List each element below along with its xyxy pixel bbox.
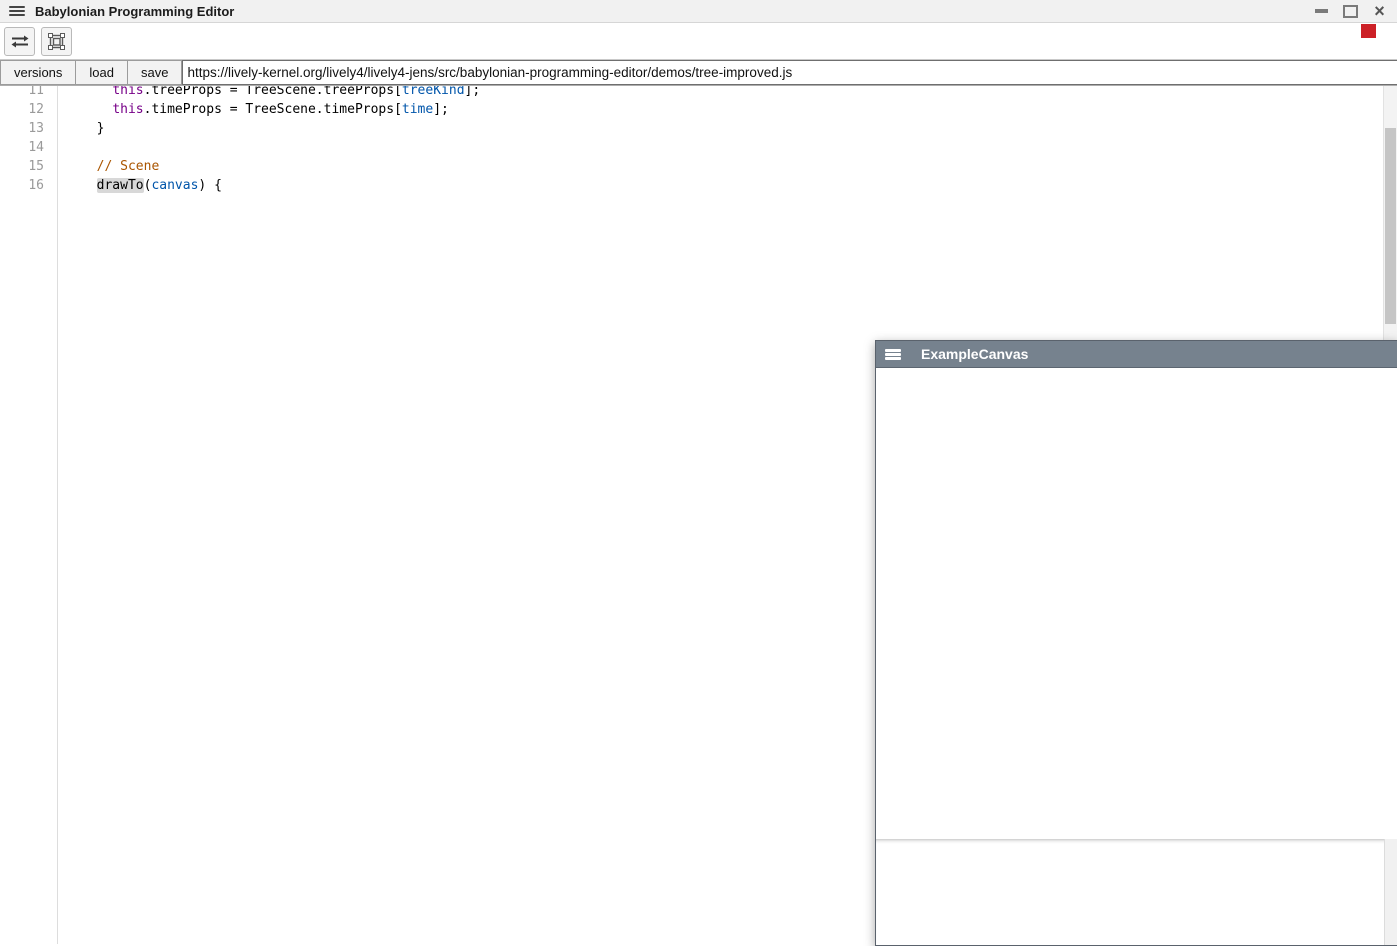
swap-connections-button[interactable]	[4, 27, 35, 56]
line-number: 12	[0, 100, 57, 119]
code-line[interactable]: 15 // Scene	[0, 157, 1397, 176]
maximize-button[interactable]	[1343, 5, 1358, 18]
frame-select-icon	[48, 33, 65, 50]
line-number: 13	[0, 119, 57, 138]
unsaved-indicator	[1361, 24, 1376, 38]
app-titlebar: Babylonian Programming Editor ×	[0, 0, 1397, 23]
close-button[interactable]: ×	[1372, 5, 1387, 18]
frame-select-button[interactable]	[41, 27, 72, 56]
code-text: drawTo(canvas) {	[57, 176, 222, 195]
swap-arrows-icon	[11, 35, 29, 48]
line-number: 11	[0, 86, 57, 100]
code-lines: 11 this.treeProps = TreeScene.treeProps[…	[0, 86, 1397, 195]
save-button[interactable]: save	[127, 60, 182, 85]
example-canvas-titlebar[interactable]: ExampleCanvas	[876, 341, 1397, 368]
app-title: Babylonian Programming Editor	[35, 4, 234, 19]
minimize-button[interactable]	[1314, 5, 1329, 18]
file-bar: versions load save	[0, 60, 1397, 86]
url-input[interactable]	[182, 60, 1397, 85]
line-number: 16	[0, 176, 57, 195]
versions-button[interactable]: versions	[0, 60, 75, 85]
example-canvas-menu-icon[interactable]	[885, 349, 901, 360]
example-canvas-title: ExampleCanvas	[921, 346, 1028, 362]
code-text	[57, 138, 81, 157]
editor-scrollbar-thumb[interactable]	[1385, 128, 1396, 324]
load-button[interactable]: load	[75, 60, 127, 85]
editor-toolbar	[0, 23, 1397, 60]
code-line[interactable]: 16 drawTo(canvas) {	[0, 176, 1397, 195]
menu-icon[interactable]	[9, 6, 25, 17]
code-line[interactable]: 14	[0, 138, 1397, 157]
code-text: // Scene	[57, 157, 159, 176]
example-canvas-empty-area	[876, 839, 1397, 945]
code-text: this.treeProps = TreeScene.treeProps[tre…	[57, 86, 480, 100]
gutter-divider	[57, 86, 58, 944]
line-number: 15	[0, 157, 57, 176]
code-text: this.timeProps = TreeScene.timeProps[tim…	[57, 100, 449, 119]
code-line[interactable]: 12 this.timeProps = TreeScene.timeProps[…	[0, 100, 1397, 119]
example-canvas-drawing	[876, 368, 1397, 839]
code-line[interactable]: 13 }	[0, 119, 1397, 138]
code-line[interactable]: 11 this.treeProps = TreeScene.treeProps[…	[0, 86, 1397, 100]
line-number: 14	[0, 138, 57, 157]
example-canvas-scrollbar[interactable]	[1384, 839, 1397, 945]
code-text: }	[57, 119, 104, 138]
example-canvas-window[interactable]: ExampleCanvas	[875, 340, 1397, 946]
